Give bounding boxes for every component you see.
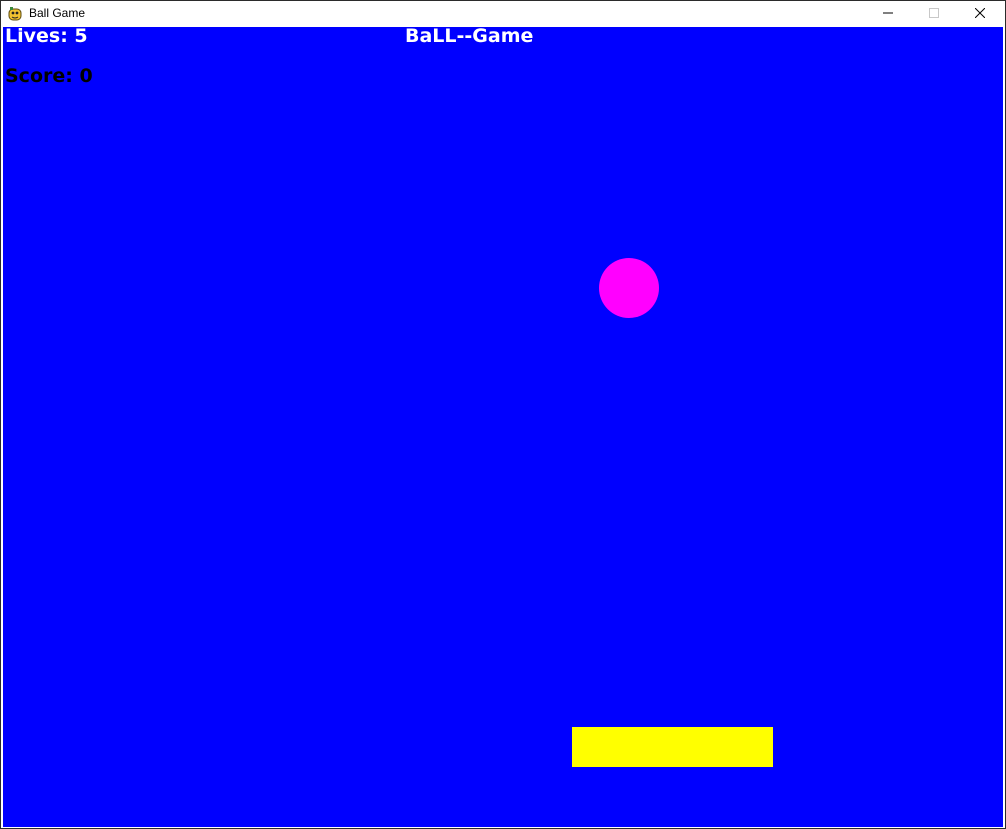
minimize-button[interactable] xyxy=(865,1,911,26)
paddle[interactable] xyxy=(572,727,773,767)
score-counter: Score: 0 xyxy=(5,65,93,87)
minimize-icon xyxy=(883,5,893,23)
close-button[interactable] xyxy=(957,1,1003,26)
window-titlebar[interactable]: Ball Game xyxy=(1,1,1005,26)
lives-counter: Lives: 5 xyxy=(5,27,88,47)
maximize-button[interactable] xyxy=(911,1,957,26)
game-canvas[interactable]: Lives: 5 Score: 0 BaLL--Game xyxy=(3,27,1003,827)
close-icon xyxy=(974,5,986,23)
window-title: Ball Game xyxy=(29,6,86,20)
ball xyxy=(599,258,659,318)
game-title: BaLL--Game xyxy=(405,27,534,47)
maximize-icon xyxy=(929,5,939,23)
pygame-snake-icon xyxy=(7,6,23,22)
game-window: Ball Game Lives: 5 Score: 0 BaLL--Game xyxy=(0,0,1006,829)
